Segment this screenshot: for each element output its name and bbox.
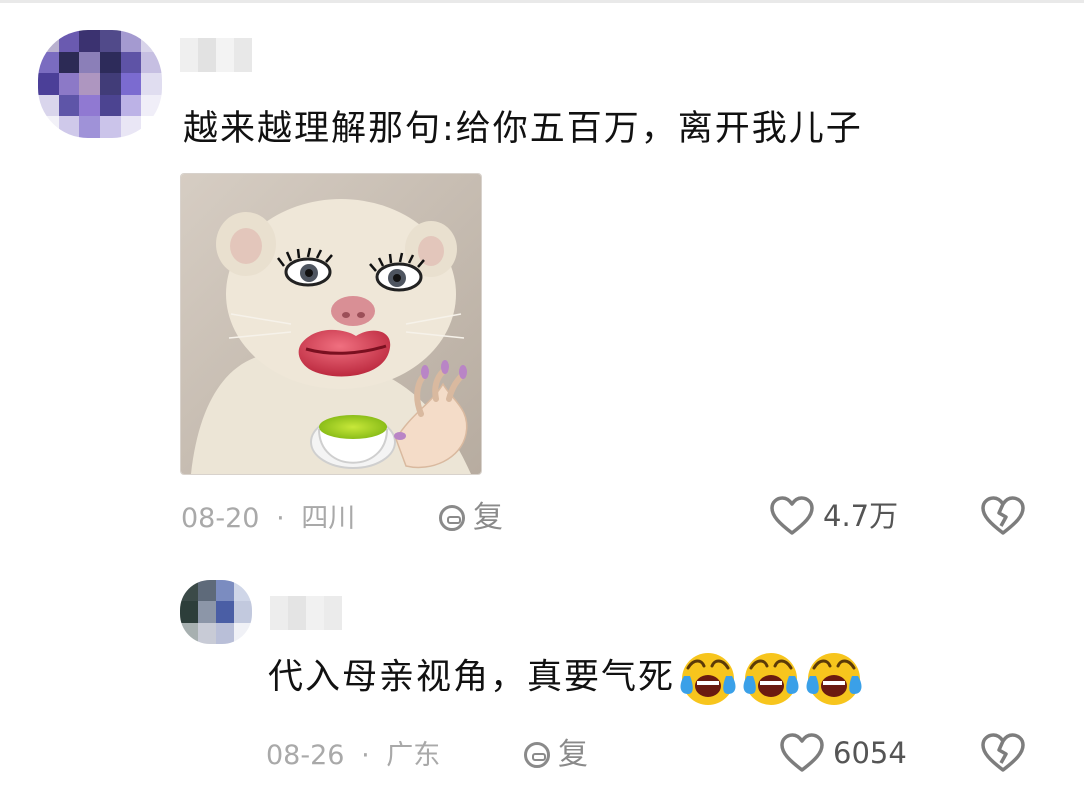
location-label: 广东 <box>386 740 441 771</box>
heart-outline-icon <box>770 496 814 535</box>
reply-button[interactable]: 复 <box>439 503 503 533</box>
username-blurred[interactable] <box>270 596 342 630</box>
ferret-tea-meme-illustration <box>181 174 481 474</box>
dislike-button[interactable] <box>980 732 1026 778</box>
comment-text: 代入母亲视角，真要气死 <box>268 648 864 708</box>
dislike-button[interactable] <box>980 495 1026 541</box>
laughing-crying-emoji <box>743 653 799 705</box>
broken-heart-icon <box>981 496 1025 535</box>
username-blurred[interactable] <box>180 38 252 72</box>
like-button[interactable]: 4.7万 <box>769 495 898 537</box>
meme-image[interactable] <box>180 173 482 475</box>
location-label: 四川 <box>301 503 356 534</box>
avatar[interactable] <box>180 580 252 644</box>
top-divider <box>0 0 1084 3</box>
like-button[interactable]: 6054 <box>779 732 907 774</box>
laughing-crying-emoji <box>806 653 862 705</box>
reply-bubble-icon <box>524 742 550 768</box>
like-count: 6054 <box>833 735 907 770</box>
comment-date: 08-26 · 广东 <box>266 740 441 771</box>
heart-outline-icon <box>780 733 824 772</box>
reply-bubble-icon <box>439 505 465 531</box>
comment-text: 越来越理解那句:给你五百万，离开我儿子 <box>183 109 863 149</box>
reply-button[interactable]: 复 <box>524 740 588 770</box>
avatar[interactable] <box>38 30 162 138</box>
broken-heart-icon <box>981 733 1025 772</box>
like-count: 4.7万 <box>823 498 899 533</box>
comment-date: 08-20 · 四川 <box>181 503 356 534</box>
laughing-crying-emoji <box>680 653 736 705</box>
